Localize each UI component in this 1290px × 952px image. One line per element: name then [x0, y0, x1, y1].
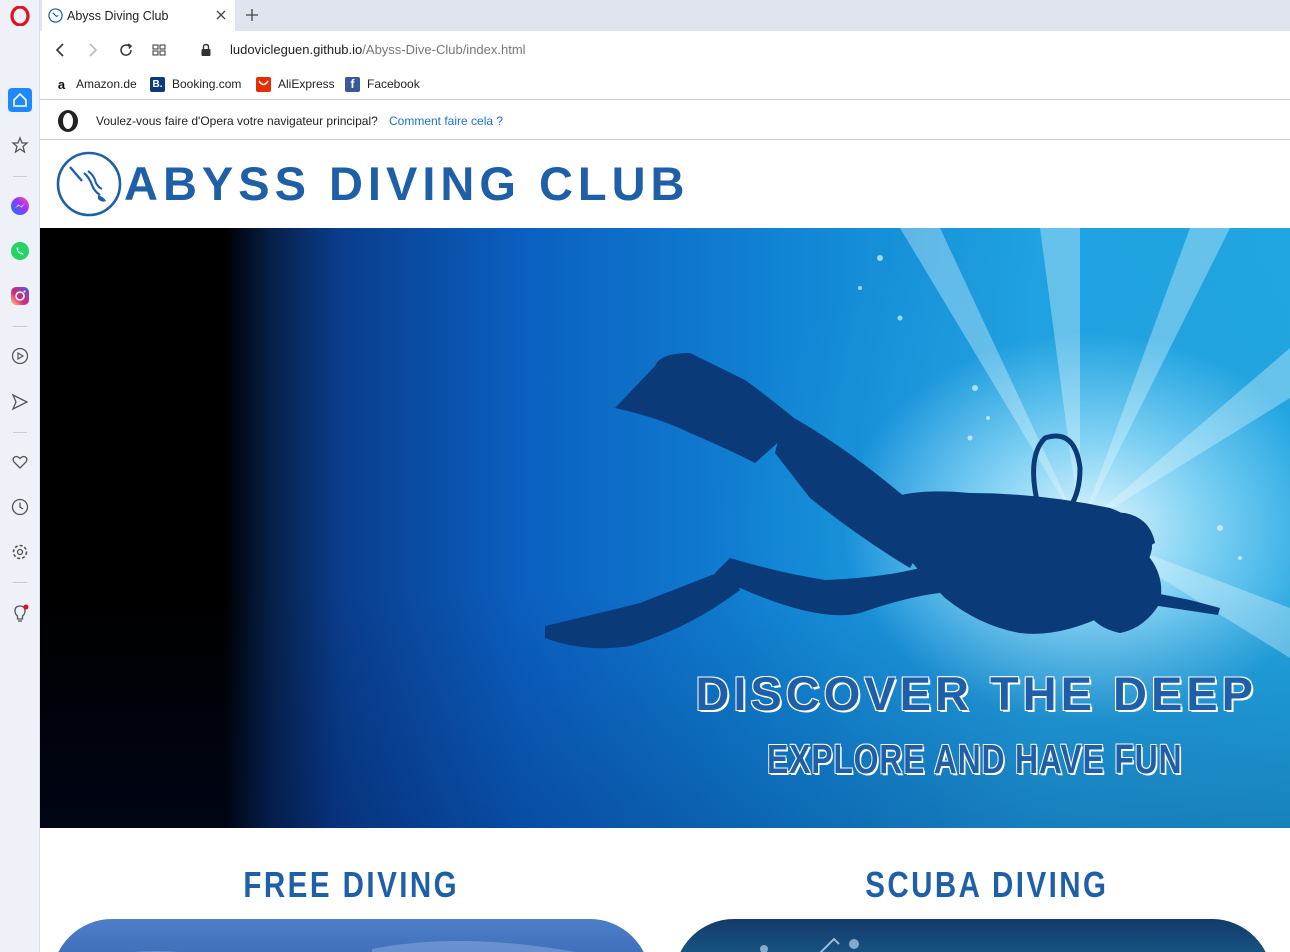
- reload-icon[interactable]: [116, 40, 136, 60]
- history-icon[interactable]: [8, 495, 32, 519]
- hero-headline: DISCOVER THE DEEP: [695, 667, 1257, 720]
- tips-icon[interactable]: [8, 602, 32, 626]
- default-browser-infobar: Voulez-vous faire d'Opera votre navigate…: [40, 101, 1290, 140]
- scuba-diving-image: [760, 937, 859, 952]
- section-title-free-diving: FREE DIVING: [243, 864, 460, 905]
- forward-icon[interactable]: [83, 40, 103, 60]
- new-tab-icon[interactable]: [243, 6, 261, 24]
- section-title-scuba-diving: SCUBA DIVING: [865, 864, 1109, 905]
- bookmarks-bar: a Amazon.de B. Booking.com AliExpress f …: [40, 69, 1290, 100]
- messenger-icon[interactable]: [8, 194, 32, 218]
- url-field[interactable]: ludovicleguen.github.io/Abyss-Dive-Club/…: [230, 42, 526, 57]
- free-diving-image: [134, 941, 576, 952]
- send-icon[interactable]: [8, 390, 32, 414]
- lock-icon[interactable]: [196, 40, 216, 60]
- bookmarks-icon[interactable]: [8, 133, 32, 157]
- site-header: ABYSS DIVING CLUB: [40, 140, 1290, 228]
- site-title: ABYSS DIVING CLUB: [124, 157, 690, 210]
- site-favicon-icon: [48, 8, 63, 23]
- bookmark-amazon[interactable]: a Amazon.de: [54, 75, 137, 93]
- back-icon[interactable]: [50, 40, 70, 60]
- tabs-grid-icon[interactable]: [149, 40, 169, 60]
- instagram-icon[interactable]: [8, 284, 32, 308]
- player-icon[interactable]: [8, 344, 32, 368]
- opera-o-icon: [58, 110, 78, 132]
- tab-title: Abyss Diving Club: [67, 8, 169, 23]
- infobar-link[interactable]: Comment faire cela ?: [389, 114, 503, 128]
- bookmark-label: Booking.com: [172, 77, 242, 91]
- aliexpress-icon: [256, 76, 271, 92]
- booking-icon: B.: [150, 76, 165, 92]
- bookmark-label: Amazon.de: [76, 77, 137, 91]
- url-path: /Abyss-Dive-Club/index.html: [362, 42, 526, 57]
- page-content: ABYSS DIVING CLUB DISCOVER THE DEEP EXPL…: [40, 140, 1290, 952]
- infobar-text: Voulez-vous faire d'Opera votre navigate…: [96, 114, 378, 128]
- heart-icon[interactable]: [8, 450, 32, 474]
- url-host: ludovicleguen.github.io: [230, 42, 363, 57]
- opera-sidebar: [0, 0, 40, 952]
- address-bar: ludovicleguen.github.io/Abyss-Dive-Club/…: [40, 31, 1290, 69]
- hero-banner: DISCOVER THE DEEP EXPLORE AND HAVE FUN: [40, 228, 1290, 828]
- opera-logo-icon[interactable]: [8, 4, 32, 28]
- settings-icon[interactable]: [8, 540, 32, 564]
- tab-bar: Abyss Diving Club: [40, 0, 1290, 31]
- home-icon[interactable]: [8, 88, 32, 112]
- facebook-icon: f: [345, 76, 360, 92]
- free-diving-card[interactable]: [52, 919, 650, 952]
- bookmark-label: AliExpress: [278, 77, 335, 91]
- bookmark-label: Facebook: [367, 77, 420, 91]
- bookmark-aliexpress[interactable]: AliExpress: [256, 75, 335, 93]
- bookmark-facebook[interactable]: f Facebook: [345, 75, 420, 93]
- hero-subline: EXPLORE AND HAVE FUN: [767, 736, 1183, 782]
- amazon-icon: a: [57, 76, 66, 92]
- scuba-diving-card[interactable]: [674, 919, 1272, 952]
- diver-logo-icon[interactable]: [56, 151, 122, 217]
- whatsapp-icon[interactable]: [8, 239, 32, 263]
- tab-abyss-diving-club[interactable]: Abyss Diving Club: [42, 0, 235, 31]
- bookmark-booking[interactable]: B. Booking.com: [150, 75, 241, 93]
- tab-close-icon[interactable]: [213, 7, 229, 23]
